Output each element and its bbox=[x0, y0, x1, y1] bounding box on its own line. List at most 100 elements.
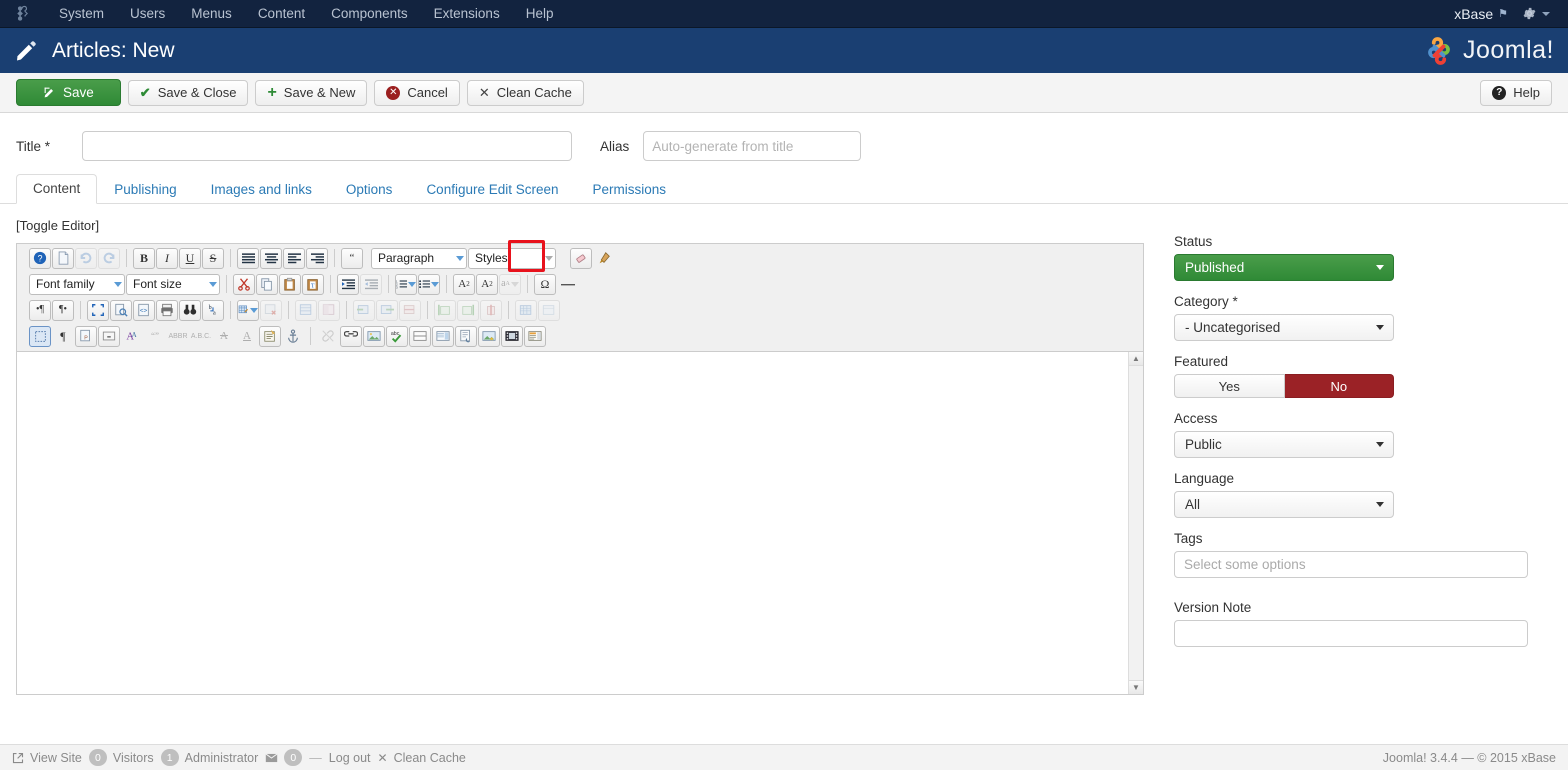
language-select[interactable]: All bbox=[1174, 491, 1394, 518]
split-cells-icon[interactable] bbox=[376, 299, 398, 321]
media-image-icon[interactable] bbox=[478, 325, 500, 347]
bold-icon[interactable]: B bbox=[133, 247, 155, 269]
title-input[interactable] bbox=[82, 131, 573, 161]
tab-configure-edit-screen[interactable]: Configure Edit Screen bbox=[409, 175, 575, 204]
visitors-status[interactable]: 0 Visitors bbox=[88, 749, 154, 766]
editor-scrollbar[interactable]: ▲ ▼ bbox=[1128, 352, 1143, 694]
insert-row-before-icon[interactable] bbox=[434, 299, 456, 321]
preview-icon[interactable] bbox=[110, 299, 132, 321]
delete-row-icon[interactable] bbox=[480, 299, 502, 321]
save-button[interactable]: Save bbox=[16, 79, 121, 106]
align-left-icon[interactable] bbox=[283, 247, 305, 269]
special-character-icon[interactable]: Ω bbox=[534, 273, 556, 295]
indent-icon[interactable] bbox=[337, 273, 359, 295]
quotation-icon[interactable]: “” bbox=[144, 326, 166, 347]
scroll-track[interactable] bbox=[1129, 366, 1143, 680]
outdent-icon[interactable] bbox=[360, 273, 382, 295]
tab-publishing[interactable]: Publishing bbox=[97, 175, 193, 204]
pagebreak-icon[interactable] bbox=[432, 325, 454, 347]
page-break-icon[interactable]: P bbox=[75, 325, 97, 347]
eraser-icon[interactable] bbox=[570, 247, 592, 269]
menu-item-menus[interactable]: Menus bbox=[178, 2, 245, 25]
clear-formatting-icon[interactable]: aA bbox=[499, 273, 521, 295]
new-document-icon[interactable] bbox=[52, 247, 74, 269]
menu-item-extensions[interactable]: Extensions bbox=[421, 2, 513, 25]
editor-text-canvas[interactable] bbox=[17, 352, 1128, 694]
messages-status[interactable]: 0 bbox=[265, 749, 303, 766]
ordered-list-icon[interactable]: 123 bbox=[395, 273, 417, 295]
help-circle-icon[interactable]: ? bbox=[29, 247, 51, 269]
subscript-icon[interactable]: A2 bbox=[453, 273, 475, 295]
status-select[interactable]: Published bbox=[1174, 254, 1394, 281]
cell-properties-icon[interactable] bbox=[318, 299, 340, 321]
attributes-icon[interactable] bbox=[259, 325, 281, 347]
video-icon[interactable] bbox=[501, 325, 523, 347]
show-invisible-icon[interactable]: ¶ bbox=[52, 326, 74, 347]
align-justify-icon[interactable] bbox=[237, 247, 259, 269]
spellcheck-icon[interactable]: abc bbox=[386, 325, 408, 347]
view-site-link[interactable]: View Site bbox=[12, 751, 82, 765]
styles-select[interactable]: Styles bbox=[468, 247, 556, 269]
insert-link-icon[interactable] bbox=[340, 325, 362, 347]
category-select[interactable]: - Uncategorised bbox=[1174, 314, 1394, 341]
horizontal-rule-icon[interactable] bbox=[557, 274, 579, 295]
paragraph-format-select[interactable]: Paragraph bbox=[371, 247, 467, 269]
administrator-status[interactable]: 1 Administrator bbox=[160, 749, 258, 766]
blockquote-icon[interactable]: “ bbox=[341, 247, 363, 269]
unordered-list-icon[interactable] bbox=[418, 273, 440, 295]
menu-item-system[interactable]: System bbox=[46, 2, 117, 25]
table-properties-icon[interactable] bbox=[295, 299, 317, 321]
toggle-editor-link[interactable]: [Toggle Editor] bbox=[16, 218, 1160, 233]
scroll-up-arrow-icon[interactable]: ▲ bbox=[1129, 352, 1143, 366]
font-size-select[interactable]: Font size bbox=[126, 273, 220, 295]
strikethrough-icon[interactable]: S bbox=[202, 247, 224, 269]
right-to-left-icon[interactable]: ¶• bbox=[52, 299, 74, 321]
find-binoculars-icon[interactable] bbox=[179, 299, 201, 321]
left-to-right-icon[interactable]: •¶ bbox=[29, 299, 51, 321]
footer-clean-cache-link[interactable]: ✕ Clean Cache bbox=[378, 751, 466, 765]
find-replace-icon[interactable]: ba bbox=[202, 299, 224, 321]
copy-icon[interactable] bbox=[256, 273, 278, 295]
undo-icon[interactable] bbox=[75, 247, 97, 269]
row-properties-icon[interactable] bbox=[399, 299, 421, 321]
insert-table-icon[interactable] bbox=[237, 299, 259, 321]
save-new-button[interactable]: + Save & New bbox=[255, 79, 368, 106]
visual-aid-icon[interactable] bbox=[29, 325, 51, 347]
delete-column-icon[interactable] bbox=[538, 299, 560, 321]
redo-icon[interactable] bbox=[98, 247, 120, 269]
readmore-icon[interactable] bbox=[409, 325, 431, 347]
fullscreen-icon[interactable] bbox=[87, 299, 109, 321]
tab-content[interactable]: Content bbox=[16, 174, 98, 204]
underline-icon[interactable]: U bbox=[179, 247, 201, 269]
anchor-icon[interactable] bbox=[282, 326, 304, 347]
joomla-logo-icon[interactable] bbox=[12, 5, 30, 23]
insert-image-icon[interactable] bbox=[363, 325, 385, 347]
tab-permissions[interactable]: Permissions bbox=[576, 175, 684, 204]
help-button[interactable]: ? Help bbox=[1480, 79, 1552, 106]
font-family-select[interactable]: Font family bbox=[29, 273, 125, 295]
tab-options[interactable]: Options bbox=[329, 175, 410, 204]
delete-table-icon[interactable] bbox=[260, 299, 282, 321]
cancel-button[interactable]: ✕ Cancel bbox=[374, 79, 460, 106]
align-right-icon[interactable] bbox=[306, 247, 328, 269]
deleted-text-icon[interactable]: A bbox=[213, 326, 235, 347]
tab-images-and-links[interactable]: Images and links bbox=[194, 175, 329, 204]
clean-cache-button[interactable]: ✕ Clean Cache bbox=[466, 79, 584, 106]
menu-item-help[interactable]: Help bbox=[513, 2, 567, 25]
abbreviation-icon[interactable]: ABBR bbox=[167, 326, 189, 347]
scroll-down-arrow-icon[interactable]: ▼ bbox=[1129, 680, 1143, 694]
paste-icon[interactable] bbox=[279, 273, 301, 295]
featured-yes-button[interactable]: Yes bbox=[1174, 374, 1285, 398]
paste-as-text-icon[interactable]: T bbox=[302, 273, 324, 295]
menu-item-components[interactable]: Components bbox=[318, 2, 421, 25]
unlink-icon[interactable] bbox=[317, 326, 339, 347]
italic-icon[interactable]: I bbox=[156, 247, 178, 269]
logout-link[interactable]: Log out bbox=[329, 751, 371, 765]
article-link-icon[interactable] bbox=[455, 325, 477, 347]
align-center-icon[interactable] bbox=[260, 247, 282, 269]
alias-input[interactable] bbox=[643, 131, 862, 161]
insert-column-icon[interactable] bbox=[515, 299, 537, 321]
insert-row-after-icon[interactable] bbox=[457, 299, 479, 321]
text-color-icon[interactable]: AA bbox=[121, 326, 143, 347]
acronym-icon[interactable]: A.B.C. bbox=[190, 326, 212, 347]
